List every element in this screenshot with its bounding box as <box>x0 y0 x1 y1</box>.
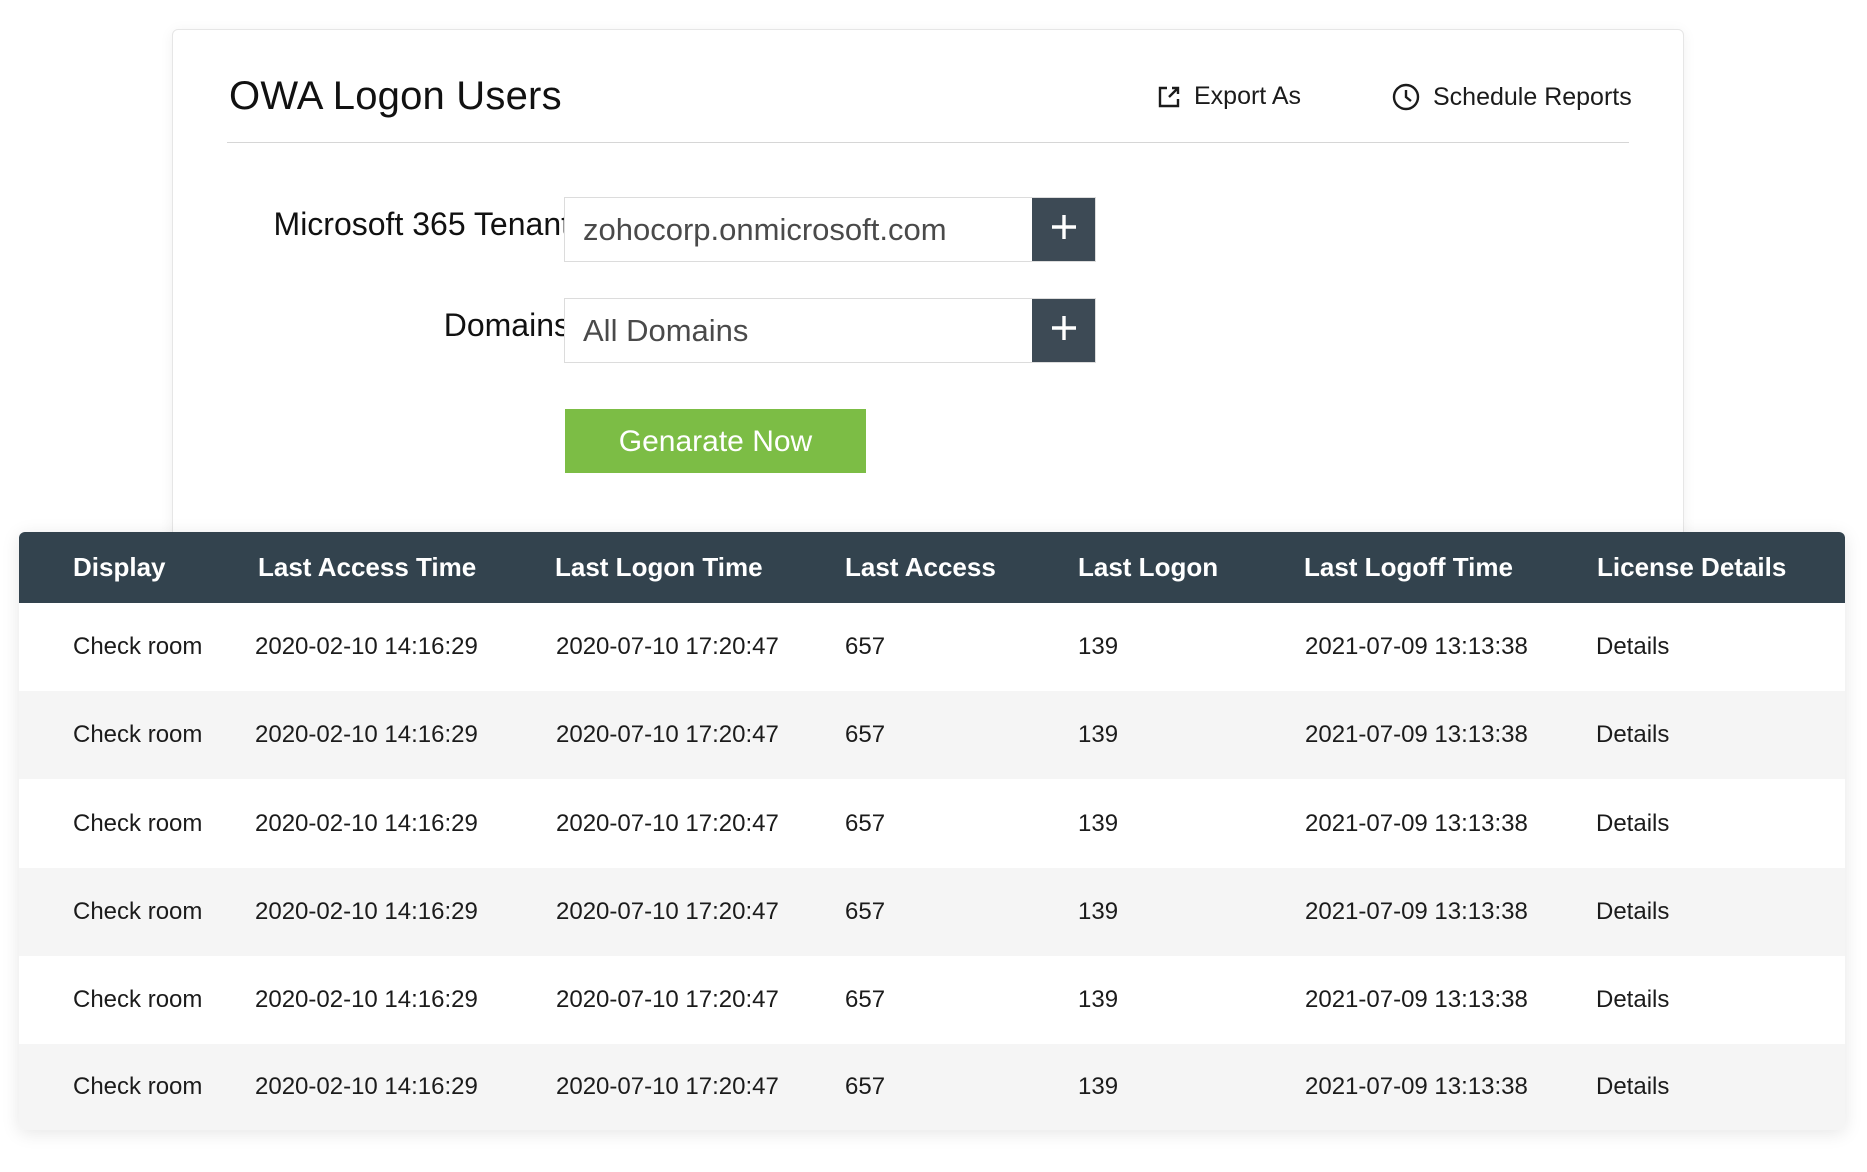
cell-last-access: 657 <box>845 898 886 925</box>
report-table: Display Last Access Time Last Logon Time… <box>19 532 1845 1130</box>
cell-last-access-time: 2020-02-10 14:16:29 <box>255 986 478 1013</box>
cell-last-logon-time: 2020-07-10 17:20:47 <box>556 986 779 1013</box>
details-link[interactable]: Details <box>1596 956 1669 1044</box>
cell-display: Check room <box>73 810 203 837</box>
cell-last-logon-time: 2020-07-10 17:20:47 <box>556 721 779 748</box>
domains-add-button[interactable] <box>1032 299 1095 362</box>
cell-display: Check room <box>73 721 203 748</box>
table-row: Check room 2020-02-10 14:16:29 2020-07-1… <box>19 868 1845 956</box>
cell-last-access-time: 2020-02-10 14:16:29 <box>255 633 478 660</box>
cell-last-logon: 139 <box>1078 721 1119 748</box>
header-divider <box>227 142 1629 143</box>
schedule-reports-button[interactable]: Schedule Reports <box>1391 82 1632 112</box>
schedule-reports-label: Schedule Reports <box>1433 82 1632 111</box>
column-header-display[interactable]: Display <box>73 532 166 603</box>
cell-last-logoff-time: 2021-07-09 13:13:38 <box>1305 1073 1528 1100</box>
details-link[interactable]: Details <box>1596 1044 1669 1130</box>
export-icon <box>1156 84 1182 110</box>
column-header-last-logoff-time[interactable]: Last Logoff Time <box>1304 532 1513 603</box>
cell-last-logon: 139 <box>1078 633 1119 660</box>
tenant-field[interactable]: zohocorp.onmicrosoft.com <box>564 197 1096 262</box>
cell-last-access: 657 <box>845 986 886 1013</box>
table-row: Check room 2020-02-10 14:16:29 2020-07-1… <box>19 956 1845 1044</box>
cell-last-logoff-time: 2021-07-09 13:13:38 <box>1305 721 1528 748</box>
table-row: Check room 2020-02-10 14:16:29 2020-07-1… <box>19 691 1845 779</box>
cell-display: Check room <box>73 898 203 925</box>
cell-last-logon: 139 <box>1078 986 1119 1013</box>
cell-last-access: 657 <box>845 721 886 748</box>
cell-last-access: 657 <box>845 1073 886 1100</box>
cell-last-logon-time: 2020-07-10 17:20:47 <box>556 633 779 660</box>
cell-last-access-time: 2020-02-10 14:16:29 <box>255 1073 478 1100</box>
plus-icon <box>1050 314 1078 347</box>
cell-display: Check room <box>73 633 203 660</box>
export-as-label: Export As <box>1194 82 1301 110</box>
export-as-button[interactable]: Export As <box>1156 82 1301 111</box>
domains-value[interactable]: All Domains <box>565 299 1032 362</box>
details-link[interactable]: Details <box>1596 603 1669 691</box>
table-row: Check room 2020-02-10 14:16:29 2020-07-1… <box>19 603 1845 691</box>
cell-last-access-time: 2020-02-10 14:16:29 <box>255 721 478 748</box>
table-header: Display Last Access Time Last Logon Time… <box>19 532 1845 603</box>
cell-last-logoff-time: 2021-07-09 13:13:38 <box>1305 898 1528 925</box>
column-header-last-access-time[interactable]: Last Access Time <box>258 532 476 603</box>
clock-icon <box>1391 82 1421 112</box>
report-card: OWA Logon Users Export As Schedule Repor… <box>172 29 1684 549</box>
plus-icon <box>1050 213 1078 246</box>
tenant-label: Microsoft 365 Tenant <box>273 206 570 242</box>
cell-last-access-time: 2020-02-10 14:16:29 <box>255 898 478 925</box>
cell-last-access-time: 2020-02-10 14:16:29 <box>255 810 478 837</box>
cell-last-logon: 139 <box>1078 810 1119 837</box>
page-title: OWA Logon Users <box>229 74 562 118</box>
tenant-add-button[interactable] <box>1032 198 1095 261</box>
domains-label: Domains <box>443 307 570 343</box>
cell-last-logoff-time: 2021-07-09 13:13:38 <box>1305 810 1528 837</box>
details-link[interactable]: Details <box>1596 779 1669 868</box>
details-link[interactable]: Details <box>1596 868 1669 956</box>
cell-display: Check room <box>73 986 203 1013</box>
table-row: Check room 2020-02-10 14:16:29 2020-07-1… <box>19 779 1845 868</box>
column-header-last-access[interactable]: Last Access <box>845 532 996 603</box>
cell-last-logon-time: 2020-07-10 17:20:47 <box>556 810 779 837</box>
column-header-last-logon-time[interactable]: Last Logon Time <box>555 532 763 603</box>
generate-now-button[interactable]: Genarate Now <box>565 409 866 473</box>
cell-display: Check room <box>73 1073 203 1100</box>
cell-last-logoff-time: 2021-07-09 13:13:38 <box>1305 633 1528 660</box>
domains-field[interactable]: All Domains <box>564 298 1096 363</box>
column-header-last-logon[interactable]: Last Logon <box>1078 532 1218 603</box>
cell-last-logoff-time: 2021-07-09 13:13:38 <box>1305 986 1528 1013</box>
cell-last-logon: 139 <box>1078 1073 1119 1100</box>
details-link[interactable]: Details <box>1596 691 1669 779</box>
table-row: Check room 2020-02-10 14:16:29 2020-07-1… <box>19 1044 1845 1130</box>
cell-last-logon: 139 <box>1078 898 1119 925</box>
column-header-license-details[interactable]: License Details <box>1597 532 1786 603</box>
cell-last-logon-time: 2020-07-10 17:20:47 <box>556 1073 779 1100</box>
cell-last-access: 657 <box>845 810 886 837</box>
cell-last-access: 657 <box>845 633 886 660</box>
cell-last-logon-time: 2020-07-10 17:20:47 <box>556 898 779 925</box>
tenant-value[interactable]: zohocorp.onmicrosoft.com <box>565 198 1032 261</box>
